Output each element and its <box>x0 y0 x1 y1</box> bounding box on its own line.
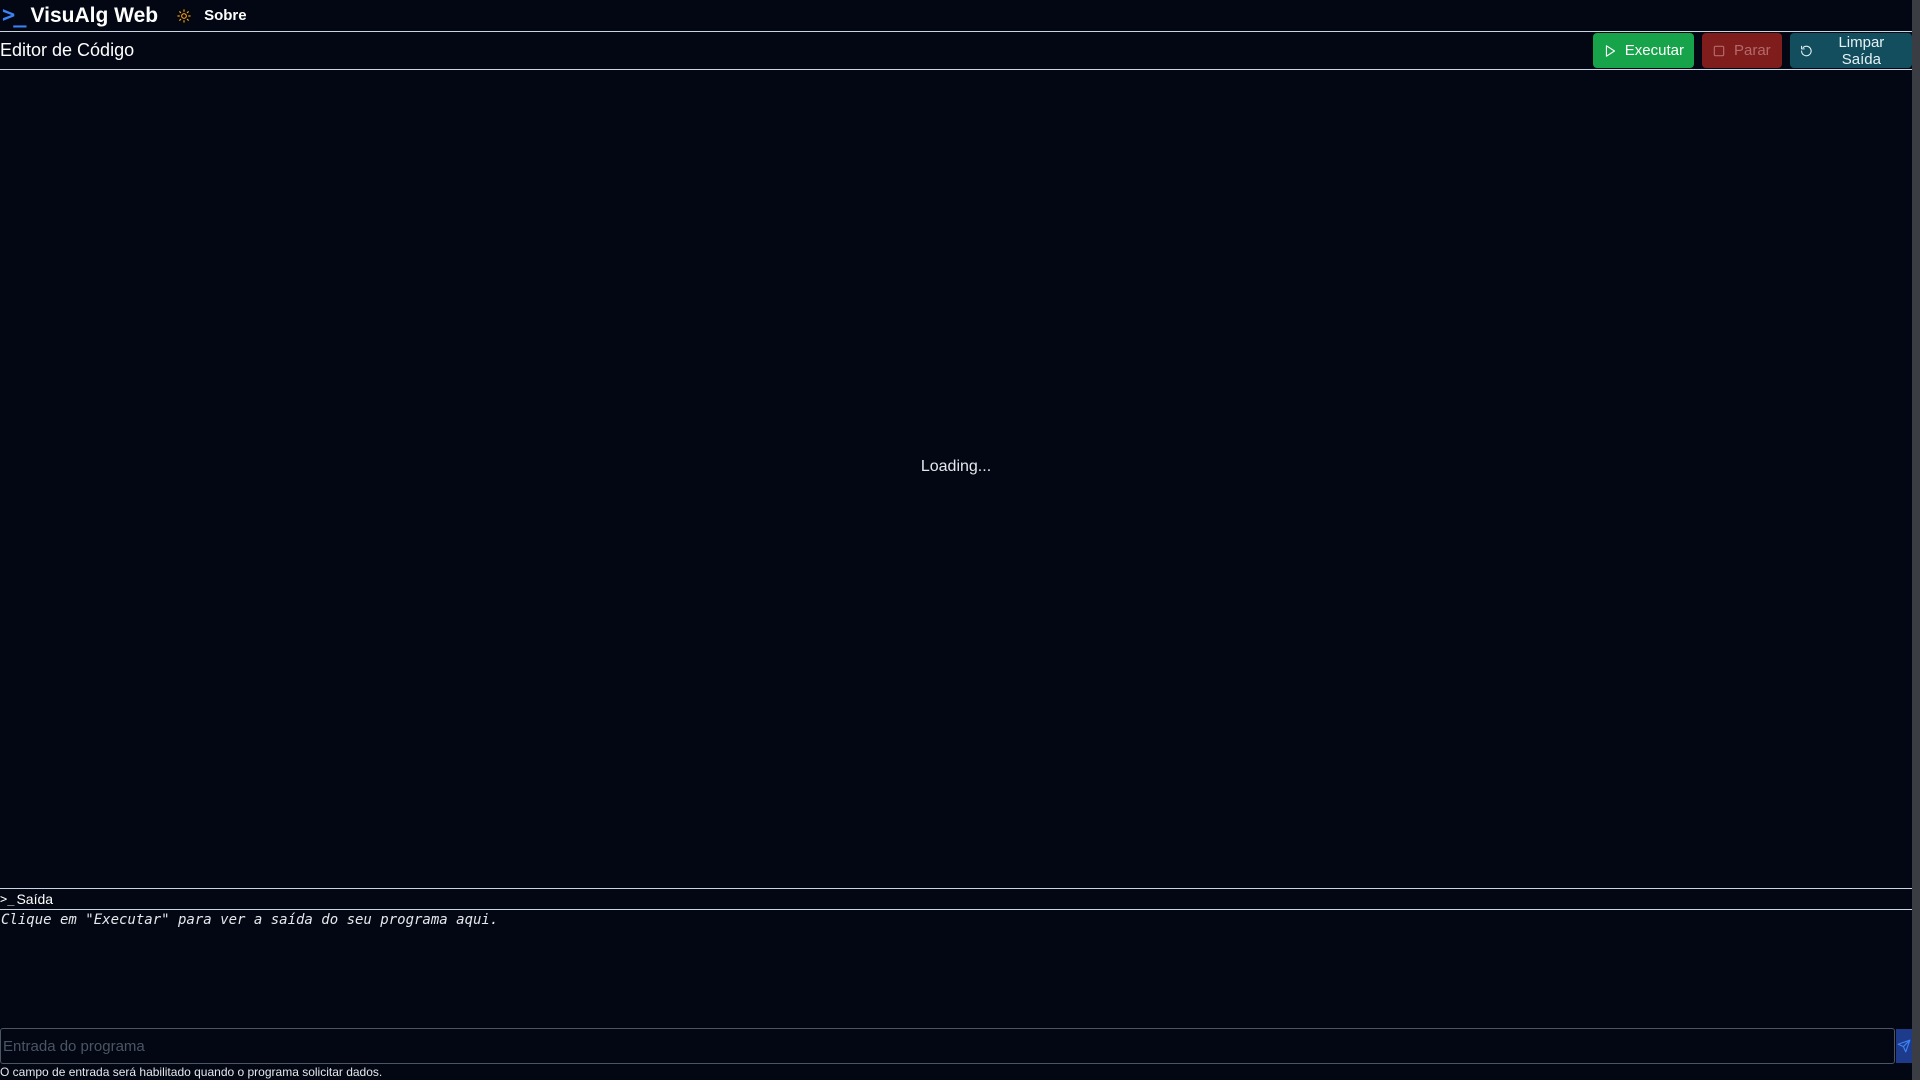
top-navigation: >_ VisuAlg Web Sobre <box>0 0 1912 32</box>
play-icon <box>1605 44 1616 57</box>
run-button-label: Executar <box>1624 42 1684 59</box>
send-icon <box>1897 1039 1911 1053</box>
app-root: >_ VisuAlg Web Sobre Editor de Código Ex… <box>0 0 1920 1080</box>
output-panel: Clique em "Executar" para ver a saída do… <box>0 910 1912 1026</box>
terminal-prompt-icon: >_ <box>0 892 15 906</box>
run-button[interactable]: Executar <box>1593 33 1694 68</box>
page-scrollbar[interactable] <box>1912 0 1920 1080</box>
editor-actions: Executar Parar Limpar Saída <box>1593 33 1912 68</box>
input-hint-text: O campo de entrada será habilitado quand… <box>0 1065 383 1079</box>
clear-output-button-label: Limpar Saída <box>1838 33 1885 68</box>
rotate-ccw-icon <box>1801 45 1812 56</box>
about-link[interactable]: Sobre <box>204 7 247 24</box>
app-name: VisuAlg Web <box>30 3 159 27</box>
clear-output-button[interactable]: Limpar Saída <box>1790 33 1912 68</box>
stop-icon <box>1713 45 1725 56</box>
stop-button-label: Parar <box>1734 42 1771 59</box>
code-editor[interactable]: Loading... <box>0 70 1912 888</box>
output-header: >_ Saída <box>0 888 1912 910</box>
stop-button[interactable]: Parar <box>1702 33 1782 68</box>
sun-icon <box>177 8 191 23</box>
editor-title: Editor de Código <box>0 40 135 60</box>
program-input-field[interactable] <box>0 1028 1895 1064</box>
send-input-button[interactable] <box>1896 1029 1912 1063</box>
editor-loading-text: Loading... <box>920 458 992 475</box>
output-title: Saída <box>16 891 54 907</box>
program-input-row <box>0 1028 1920 1064</box>
output-placeholder-text: Clique em "Executar" para ver a saída do… <box>1 912 499 928</box>
terminal-icon: >_ <box>2 2 26 28</box>
app-logo[interactable]: >_ VisuAlg Web <box>2 4 158 28</box>
theme-toggle-button[interactable] <box>174 6 194 26</box>
editor-toolbar: Editor de Código Executar Parar Limpar S… <box>0 32 1912 70</box>
